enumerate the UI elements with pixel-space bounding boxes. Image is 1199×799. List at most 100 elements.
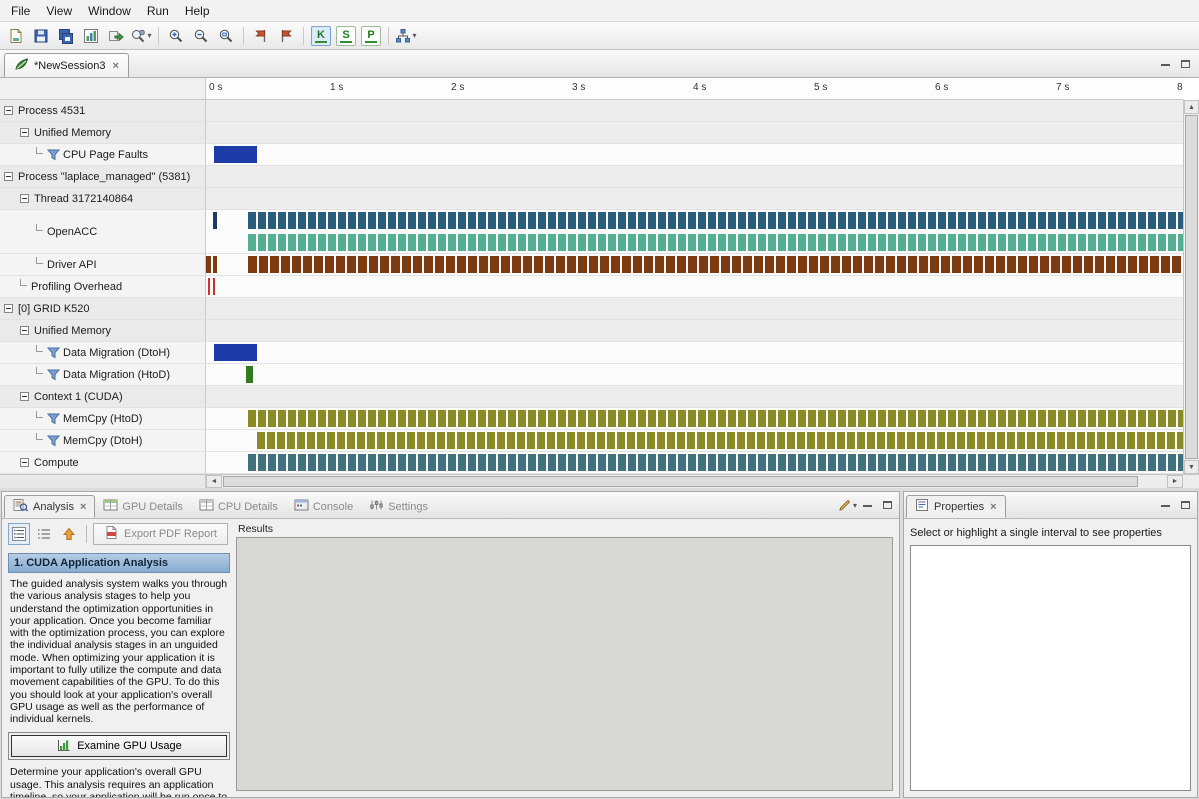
timeline-track-unified-memory-gpu[interactable] — [206, 320, 1183, 341]
collapse-icon[interactable] — [20, 458, 29, 467]
horizontal-scrollbar[interactable]: ◄ ► — [0, 474, 1199, 488]
save-button[interactable] — [29, 24, 53, 48]
scroll-left-icon[interactable]: ◄ — [206, 475, 222, 488]
mark-mode-icon[interactable]: ▾ — [837, 496, 857, 514]
timeline-interval-bar[interactable] — [206, 256, 211, 273]
timeline-label-memcpy-dtoh[interactable]: MemCpy (DtoH) — [0, 430, 206, 451]
timeline-interval-bar[interactable] — [213, 256, 217, 273]
timeline-interval-bar[interactable] — [213, 212, 217, 229]
export-button[interactable] — [104, 24, 128, 48]
timeline-interval-bar[interactable] — [208, 278, 210, 295]
vertical-scrollbar[interactable]: ▲ ▼ — [1183, 100, 1199, 474]
next-marker-button[interactable] — [274, 24, 298, 48]
vertical-scroll-thumb[interactable] — [1185, 115, 1198, 459]
timeline-label-process-4531[interactable]: Process 4531 — [0, 100, 206, 121]
menu-file[interactable]: File — [3, 1, 38, 21]
timeline-label-thread-3172140864[interactable]: Thread 3172140864 — [0, 188, 206, 209]
tab-cpu-details[interactable]: CPU Details — [191, 495, 286, 518]
timeline-label-driver-api[interactable]: Driver API — [0, 254, 206, 275]
timeline-label-openacc[interactable]: OpenACC — [0, 210, 206, 253]
timeline-label-memcpy-htod[interactable]: MemCpy (HtoD) — [0, 408, 206, 429]
timeline-label-data-migration-dtoh[interactable]: Data Migration (DtoH) — [0, 342, 206, 363]
minimize-icon[interactable] — [857, 496, 877, 514]
scroll-down-icon[interactable]: ▼ — [1184, 460, 1199, 474]
scroll-up-icon[interactable]: ▲ — [1184, 100, 1199, 114]
timeline-track-openacc[interactable] — [206, 210, 1183, 253]
minimize-icon[interactable] — [1155, 55, 1175, 73]
timeline-interval-bar[interactable] — [248, 256, 1183, 273]
timeline-label-context-1-cuda[interactable]: Context 1 (CUDA) — [0, 386, 206, 407]
zoom-in-button[interactable] — [164, 24, 188, 48]
close-icon[interactable]: × — [113, 60, 119, 72]
filter-icon[interactable] — [47, 369, 60, 381]
analysis-tools-button[interactable]: ▾ — [394, 24, 418, 48]
tab-analysis[interactable]: Analysis× — [4, 495, 95, 518]
source-toggle[interactable]: S — [336, 26, 356, 46]
tab-gpu-details[interactable]: GPU Details — [95, 495, 191, 518]
timeline-label-data-migration-htod[interactable]: Data Migration (HtoD) — [0, 364, 206, 385]
unguided-analysis-mode-button[interactable] — [33, 523, 55, 545]
timeline-label-process-laplace-managed[interactable]: Process "laplace_managed" (5381) — [0, 166, 206, 187]
timeline-track-process-laplace-managed[interactable] — [206, 166, 1183, 187]
timeline-label-compute[interactable]: Compute — [0, 452, 206, 473]
timeline-track-cpu-page-faults[interactable] — [206, 144, 1183, 165]
tab-settings[interactable]: Settings — [361, 495, 436, 518]
back-up-stage-button[interactable] — [58, 523, 80, 545]
timeline-track-memcpy-dtoh[interactable] — [206, 430, 1183, 451]
timeline-track-driver-api[interactable] — [206, 254, 1183, 275]
timeline-track-compute[interactable] — [206, 452, 1183, 473]
timeline-track-data-migration-dtoh[interactable] — [206, 342, 1183, 363]
session-tab[interactable]: *NewSession3 × — [4, 53, 129, 77]
vertical-scroll-track[interactable] — [1184, 114, 1199, 460]
timeline-label-unified-memory-gpu[interactable]: Unified Memory — [0, 320, 206, 341]
menu-help[interactable]: Help — [177, 1, 218, 21]
timeline-interval-bar[interactable] — [248, 234, 1183, 251]
timeline-interval-bar[interactable] — [213, 278, 215, 295]
pc-sampling-toggle[interactable]: P — [361, 26, 381, 46]
collapse-icon[interactable] — [20, 128, 29, 137]
timeline-track-profiling-overhead[interactable] — [206, 276, 1183, 297]
scroll-right-icon[interactable]: ► — [1167, 475, 1183, 488]
maximize-icon[interactable] — [877, 496, 897, 514]
timeline-interval-bar[interactable] — [214, 146, 256, 163]
menu-view[interactable]: View — [38, 1, 80, 21]
filter-icon[interactable] — [47, 347, 60, 359]
timeline-interval-bar[interactable] — [257, 432, 1183, 449]
maximize-icon[interactable] — [1175, 496, 1195, 514]
guided-analysis-mode-button[interactable] — [8, 523, 30, 545]
timeline-track-context-1-cuda[interactable] — [206, 386, 1183, 407]
timeline-interval-bar[interactable] — [248, 410, 1183, 427]
close-icon[interactable]: × — [990, 501, 996, 513]
collapse-icon[interactable] — [4, 172, 13, 181]
kernel-toggle[interactable]: K — [311, 26, 331, 46]
new-session-button[interactable] — [4, 24, 28, 48]
collapse-icon[interactable] — [4, 106, 13, 115]
timeline-track-grid-k520[interactable] — [206, 298, 1183, 319]
menu-window[interactable]: Window — [80, 1, 139, 21]
timeline-track-thread-3172140864[interactable] — [206, 188, 1183, 209]
collapse-icon[interactable] — [20, 326, 29, 335]
zoom-out-button[interactable] — [189, 24, 213, 48]
menu-run[interactable]: Run — [139, 1, 177, 21]
filter-icon[interactable] — [47, 149, 60, 161]
minimize-icon[interactable] — [1155, 496, 1175, 514]
timeline-interval-bar[interactable] — [248, 212, 1183, 229]
filter-icon[interactable] — [47, 413, 60, 425]
zoom-fit-button[interactable] — [214, 24, 238, 48]
collapse-icon[interactable] — [4, 304, 13, 313]
horizontal-scroll-track[interactable] — [222, 475, 1167, 488]
close-icon[interactable]: × — [80, 501, 86, 513]
filter-icon[interactable] — [47, 435, 60, 447]
timeline-label-profiling-overhead[interactable]: Profiling Overhead — [0, 276, 206, 297]
timeline-track-data-migration-htod[interactable] — [206, 364, 1183, 385]
timeline-track-process-4531[interactable] — [206, 100, 1183, 121]
collapse-icon[interactable] — [20, 194, 29, 203]
maximize-icon[interactable] — [1175, 55, 1195, 73]
timeline-interval-bar[interactable] — [246, 366, 253, 383]
profile-application-button[interactable] — [79, 24, 103, 48]
tab-properties[interactable]: Properties × — [906, 495, 1006, 518]
timeline-interval-bar[interactable] — [248, 454, 1183, 471]
timeline-label-unified-memory-cpu[interactable]: Unified Memory — [0, 122, 206, 143]
examine-gpu-usage-button[interactable]: Examine GPU Usage — [11, 735, 227, 757]
search-settings-button[interactable]: ▾ — [129, 24, 153, 48]
